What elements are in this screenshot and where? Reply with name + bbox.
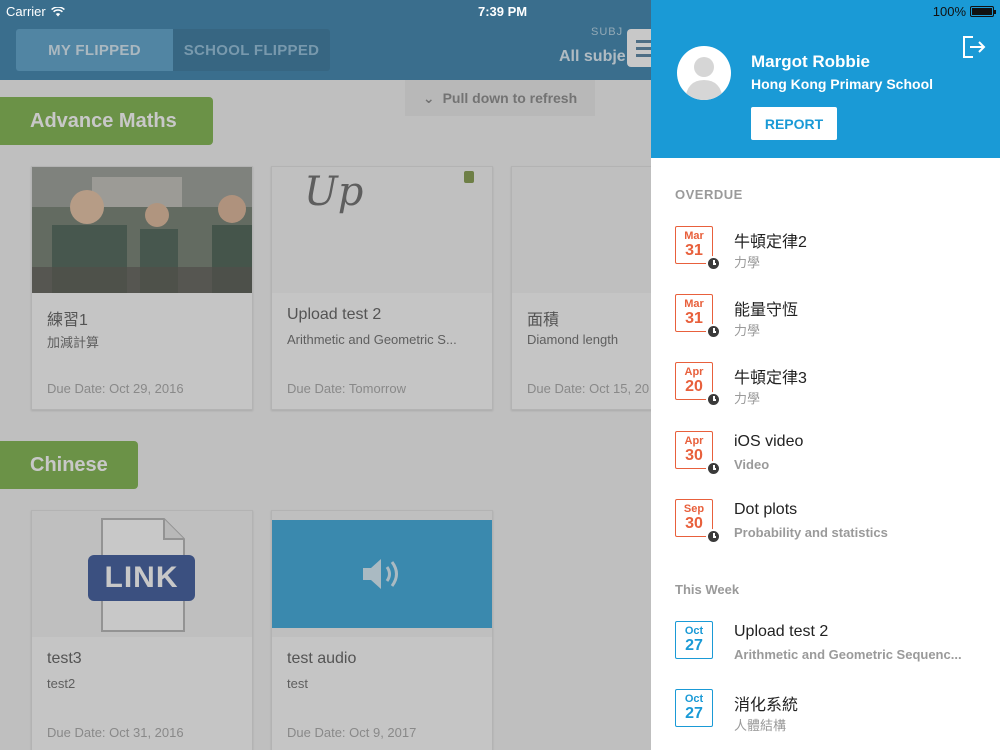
item-subtitle: Arithmetic and Geometric Sequenc... xyxy=(734,647,962,662)
clock-icon xyxy=(706,461,721,476)
clock-icon xyxy=(706,324,721,339)
list-item[interactable]: Sep 30 Dot plots Probability and statist… xyxy=(675,499,985,557)
user-name: Margot Robbie xyxy=(751,52,870,71)
drawer-header: Margot Robbie Hong Kong Primary School R… xyxy=(651,0,1000,158)
item-title: Upload test 2 xyxy=(734,623,829,640)
user-school: Hong Kong Primary School xyxy=(751,76,934,92)
clock-icon xyxy=(706,256,721,271)
item-title: Dot plots xyxy=(734,501,798,518)
side-drawer: Margot Robbie Hong Kong Primary School R… xyxy=(651,0,1000,750)
group-label-overdue: OVERDUE xyxy=(675,187,743,202)
status-bar: Carrier 7:39 PM 100% xyxy=(0,0,1000,22)
item-title: 牛頓定律3 xyxy=(734,370,807,387)
list-item[interactable]: Oct 27 消化系統 人體結構 xyxy=(675,689,985,747)
clock-icon xyxy=(706,529,721,544)
item-subtitle: Video xyxy=(734,457,770,472)
item-subtitle: 力學 xyxy=(734,255,761,270)
item-title: iOS video xyxy=(734,433,804,450)
report-button[interactable]: REPORT xyxy=(751,107,837,140)
carrier-label: Carrier xyxy=(6,4,46,19)
list-item[interactable]: Mar 31 牛頓定律2 力學 xyxy=(675,226,985,284)
item-title: 牛頓定律2 xyxy=(734,234,807,251)
list-item[interactable]: Apr 20 牛頓定律3 力學 xyxy=(675,362,985,420)
item-title: 消化系統 xyxy=(734,697,799,714)
item-subtitle: 力學 xyxy=(734,323,761,338)
battery-percent: 100% xyxy=(932,4,966,19)
item-title: 能量守恆 xyxy=(734,302,799,319)
group-label-this-week: This Week xyxy=(675,582,740,597)
avatar[interactable] xyxy=(677,46,731,100)
clock-icon xyxy=(706,392,721,407)
item-subtitle: 力學 xyxy=(734,391,761,406)
list-item[interactable]: Mar 31 能量守恆 力學 xyxy=(675,294,985,352)
list-item[interactable]: Apr 30 iOS video Video xyxy=(675,431,985,489)
person-icon xyxy=(685,57,723,100)
calendar-icon: Oct 27 xyxy=(675,689,713,727)
battery-icon xyxy=(970,6,996,17)
item-subtitle: Probability and statistics xyxy=(734,525,888,540)
calendar-icon: Oct 27 xyxy=(675,621,713,659)
logout-icon[interactable] xyxy=(961,35,987,59)
item-subtitle: 人體結構 xyxy=(734,718,787,733)
wifi-icon xyxy=(50,6,65,16)
clock-time: 7:39 PM xyxy=(478,4,528,19)
list-item[interactable]: Oct 27 Upload test 2 Arithmetic and Geom… xyxy=(675,621,985,679)
